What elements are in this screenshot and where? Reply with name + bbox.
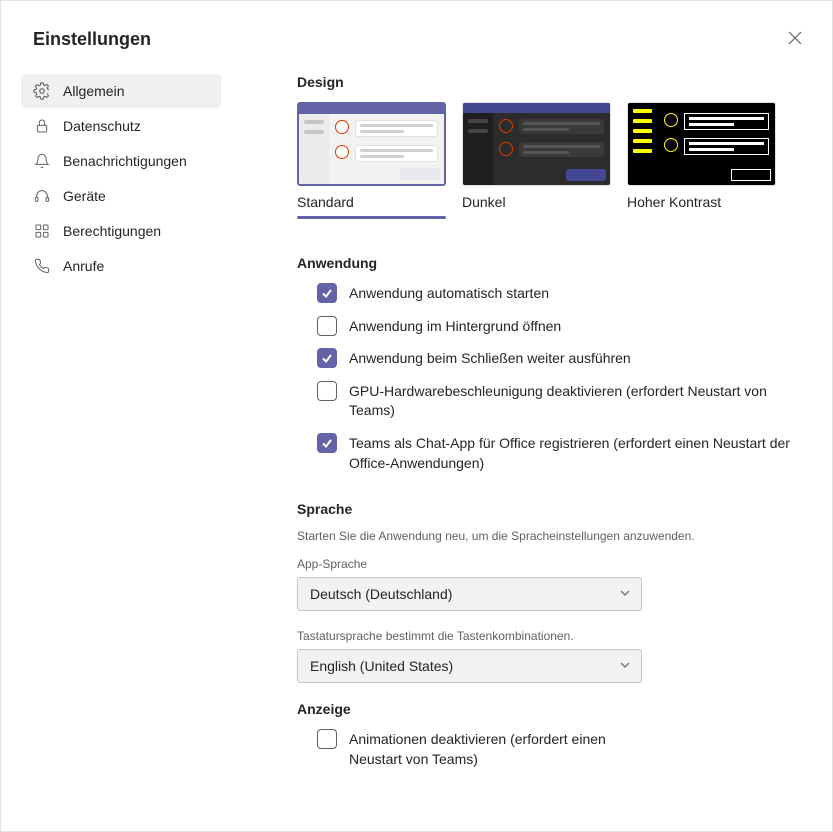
checkbox-register-chat-app[interactable]: [317, 433, 337, 453]
theme-option-high-contrast[interactable]: Hoher Kontrast: [627, 102, 776, 219]
app-language-select[interactable]: Deutsch (Deutschland): [297, 577, 642, 611]
checkbox-label: Teams als Chat-App für Office registrier…: [349, 433, 808, 473]
checkbox-disable-gpu[interactable]: [317, 381, 337, 401]
sidebar-item-label: Anrufe: [63, 258, 104, 274]
sidebar-item-label: Benachrichtigungen: [63, 153, 187, 169]
section-heading-display: Anzeige: [297, 701, 808, 717]
checkbox-auto-start[interactable]: [317, 283, 337, 303]
bell-icon: [33, 152, 51, 170]
sidebar-item-devices[interactable]: Geräte: [21, 179, 221, 213]
checkbox-label: GPU-Hardwarebeschleunigung deaktivieren …: [349, 381, 808, 421]
chevron-down-icon: [619, 658, 631, 674]
sidebar-item-privacy[interactable]: Datenschutz: [21, 109, 221, 143]
section-heading-application: Anwendung: [297, 255, 808, 271]
page-title: Einstellungen: [33, 29, 151, 50]
gear-icon: [33, 82, 51, 100]
app-language-value: Deutsch (Deutschland): [310, 586, 452, 602]
keyboard-language-select[interactable]: English (United States): [297, 649, 642, 683]
checkbox-keep-running[interactable]: [317, 348, 337, 368]
theme-label: Standard: [297, 194, 446, 210]
checkbox-label: Anwendung im Hintergrund öffnen: [349, 316, 561, 337]
phone-icon: [33, 257, 51, 275]
close-icon: [788, 31, 802, 45]
theme-label: Hoher Kontrast: [627, 194, 776, 210]
sidebar-item-notifications[interactable]: Benachrichtigungen: [21, 144, 221, 178]
checkbox-disable-animations[interactable]: [317, 729, 337, 749]
theme-label: Dunkel: [462, 194, 611, 210]
sidebar: Allgemein Datenschutz Benachrichtigungen…: [1, 74, 241, 831]
sidebar-item-permissions[interactable]: Berechtigungen: [21, 214, 221, 248]
theme-thumb-high-contrast: [627, 102, 776, 186]
theme-option-standard[interactable]: Standard: [297, 102, 446, 219]
close-button[interactable]: [782, 25, 808, 54]
language-restart-hint: Starten Sie die Anwendung neu, um die Sp…: [297, 529, 808, 543]
headset-icon: [33, 187, 51, 205]
checkbox-open-background[interactable]: [317, 316, 337, 336]
sidebar-item-label: Geräte: [63, 188, 106, 204]
keyboard-language-hint: Tastatursprache bestimmt die Tastenkombi…: [297, 629, 808, 643]
keyboard-language-value: English (United States): [310, 658, 453, 674]
sidebar-item-general[interactable]: Allgemein: [21, 74, 221, 108]
content-area: Design Standard: [241, 74, 832, 831]
apps-icon: [33, 222, 51, 240]
lock-icon: [33, 117, 51, 135]
theme-thumb-standard: [297, 102, 446, 186]
checkbox-label: Anwendung automatisch starten: [349, 283, 549, 304]
sidebar-item-calls[interactable]: Anrufe: [21, 249, 221, 283]
sidebar-item-label: Allgemein: [63, 83, 124, 99]
sidebar-item-label: Berechtigungen: [63, 223, 161, 239]
app-language-label: App-Sprache: [297, 557, 808, 571]
checkbox-label: Anwendung beim Schließen weiter ausführe…: [349, 348, 631, 369]
chevron-down-icon: [619, 586, 631, 602]
section-heading-language: Sprache: [297, 501, 808, 517]
theme-thumb-dark: [462, 102, 611, 186]
theme-option-dark[interactable]: Dunkel: [462, 102, 611, 219]
section-heading-design: Design: [297, 74, 808, 90]
application-options: Anwendung automatisch starten Anwendung …: [297, 283, 808, 473]
checkbox-label: Animationen deaktivieren (erfordert eine…: [349, 729, 657, 769]
sidebar-item-label: Datenschutz: [63, 118, 141, 134]
